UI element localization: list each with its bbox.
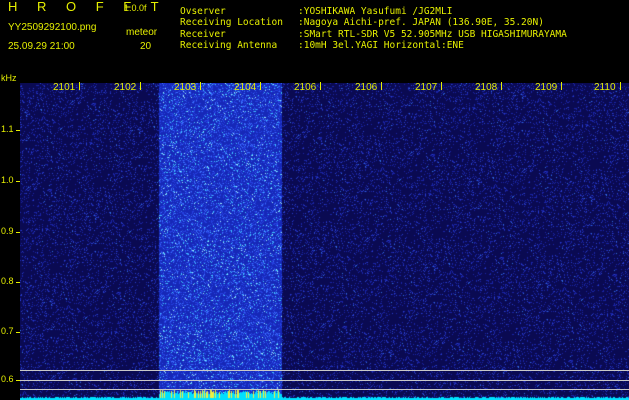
time-tick-label: 2101 <box>53 82 76 93</box>
time-tick-label: 2103 <box>174 82 197 93</box>
frequency-tick-label: 0.8 <box>1 276 14 286</box>
frequency-tick-label: 1.1 <box>1 124 14 134</box>
receiver-value: :SMart RTL-SDR V5 52.905MHz USB HIGASHIM… <box>298 29 567 40</box>
time-tick-mark <box>381 82 382 90</box>
meteor-count: 20 <box>140 41 152 52</box>
frequency-tick-mark <box>16 282 20 283</box>
time-tick-label: 2106 <box>294 82 317 93</box>
receiver-label: Receiver <box>180 29 226 40</box>
observer-label: Ovserver <box>180 6 226 17</box>
frequency-unit-label: kHz <box>1 73 17 83</box>
time-tick-label: 2102 <box>114 82 137 93</box>
frequency-tick-label: 0.6 <box>1 374 14 384</box>
time-tick-label: 2110 <box>594 82 616 93</box>
antenna-label: Receiving Antenna <box>180 40 278 51</box>
frequency-tick-label: 0.9 <box>1 226 14 236</box>
frequency-tick-mark <box>16 181 20 182</box>
frequency-tick-mark <box>16 130 20 131</box>
time-tick-mark <box>200 82 201 90</box>
time-tick-label: 2109 <box>535 82 558 93</box>
frequency-tick-label: 1.0 <box>1 175 14 185</box>
antenna-value: :10mH 3el.YAGI Horizontal:ENE <box>298 40 464 51</box>
app-version: 1.0.0f <box>124 3 147 13</box>
time-tick-mark <box>320 82 321 90</box>
frequency-tick-mark <box>16 332 20 333</box>
time-tick-mark <box>620 82 621 90</box>
capture-timestamp: 25.09.29 21:00 <box>8 41 75 52</box>
spectrogram-plot <box>20 83 629 400</box>
frequency-tick-mark <box>16 232 20 233</box>
time-tick-mark <box>501 82 502 90</box>
image-filename: YY2509292100.png <box>8 22 97 33</box>
time-tick-label: 2107 <box>415 82 438 93</box>
time-tick-mark <box>441 82 442 90</box>
location-value: :Nagoya Aichi-pref. JAPAN (136.90E, 35.2… <box>298 17 544 28</box>
time-tick-mark <box>140 82 141 90</box>
time-tick-mark <box>79 82 80 90</box>
reference-line-middle <box>20 380 629 381</box>
time-tick-label: 2106 <box>355 82 378 93</box>
hrofft-display: H R O F F T 1.0.0f YY2509292100.png mete… <box>0 0 629 400</box>
time-tick-mark <box>260 82 261 90</box>
time-tick-mark <box>561 82 562 90</box>
observer-value: :YOSHIKAWA Yasufumi /JG2MLI <box>298 6 453 17</box>
time-tick-label: 2108 <box>475 82 498 93</box>
reference-line-lower <box>20 389 629 390</box>
frequency-tick-label: 0.7 <box>1 326 14 336</box>
reference-line-upper <box>20 370 629 371</box>
location-label: Receiving Location <box>180 17 283 28</box>
detection-mode: meteor <box>126 27 158 38</box>
time-tick-label: 2104 <box>234 82 257 93</box>
